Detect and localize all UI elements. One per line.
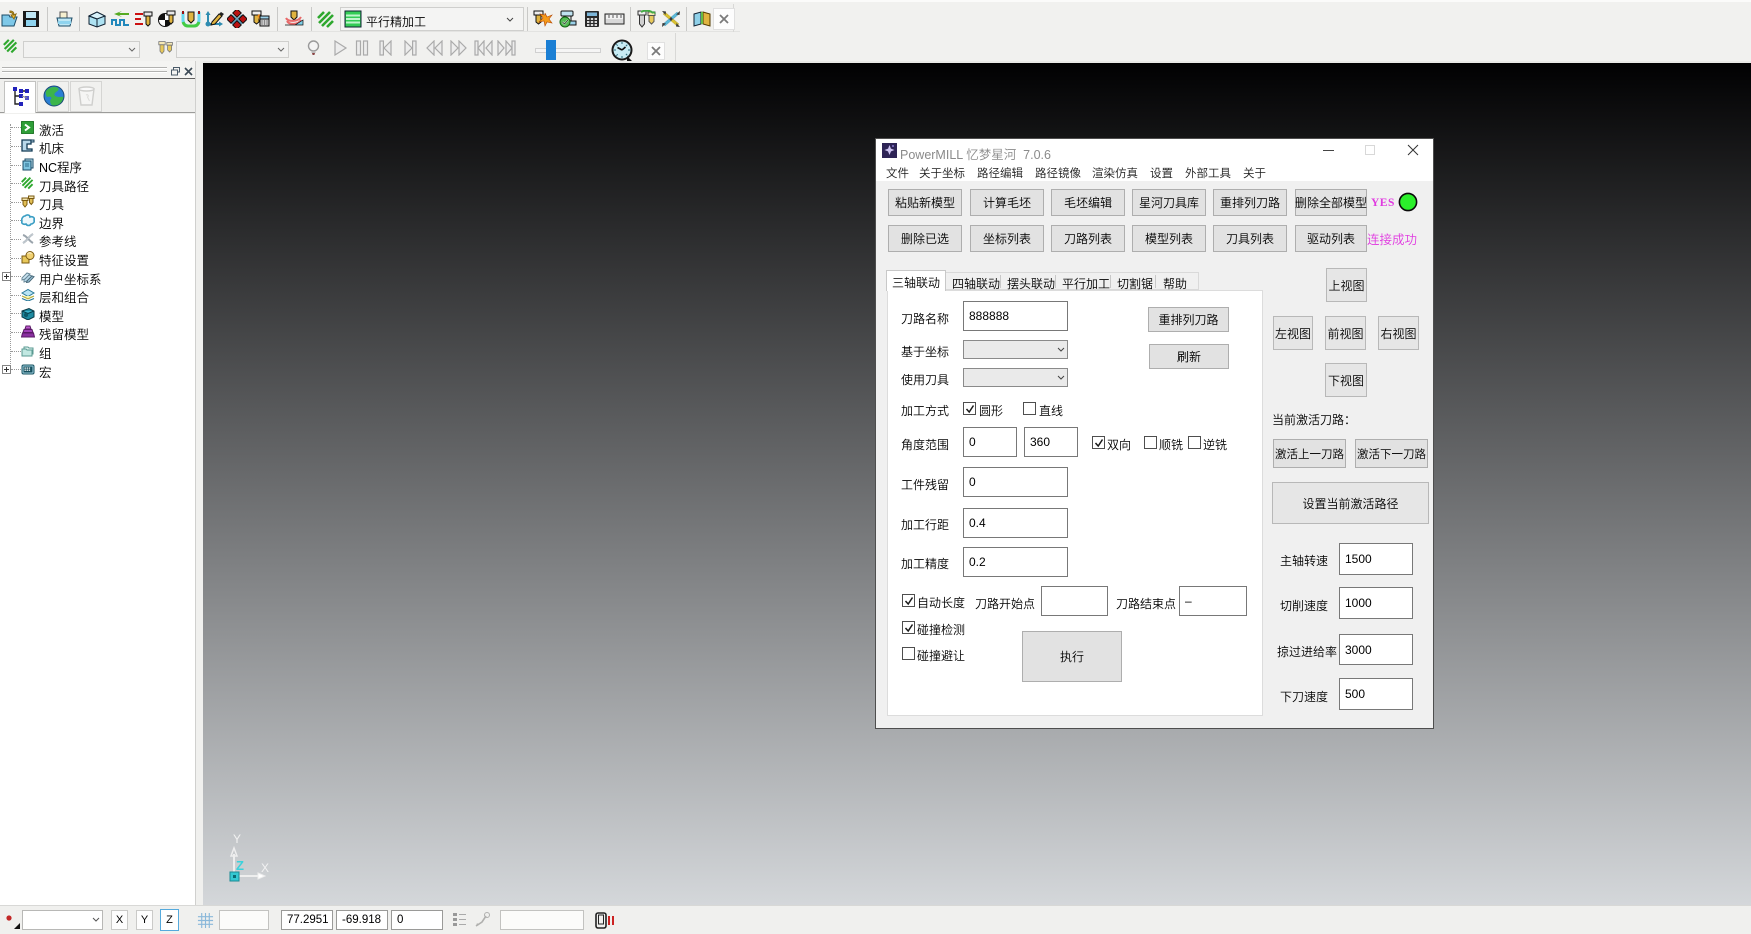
- svg-text:Z: Z: [236, 858, 244, 873]
- svg-text:Y: Y: [233, 832, 241, 846]
- svg-text:X: X: [261, 861, 269, 875]
